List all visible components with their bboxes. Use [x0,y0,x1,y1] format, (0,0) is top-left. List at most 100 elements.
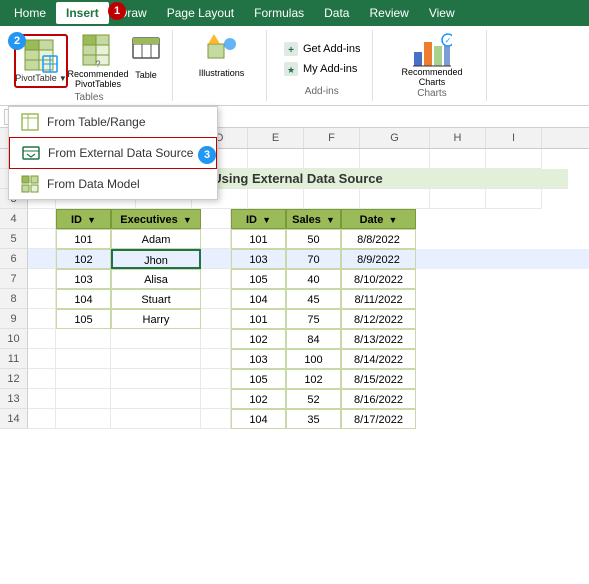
cell-d11[interactable] [201,349,231,369]
cell-a6[interactable] [28,249,56,269]
exec-r4-name[interactable]: Stuart [111,289,201,309]
cell-a12[interactable] [28,369,56,389]
exec-r3-id[interactable]: 103 [56,269,111,289]
cell-a5[interactable] [28,229,56,249]
sales-r5-id[interactable]: 101 [231,309,286,329]
get-addins-button[interactable]: + Get Add-ins [279,40,364,58]
sales-r5-sales[interactable]: 75 [286,309,341,329]
filter-arrow-exec[interactable]: ▼ [183,215,192,225]
sales-r2-date[interactable]: 8/9/2022 [341,249,416,269]
sales-header-date[interactable]: Date ▼ [341,209,416,229]
sales-r1-id[interactable]: 101 [231,229,286,249]
cell-c10[interactable] [111,329,201,349]
exec-r2-name[interactable]: Jhon [111,249,201,269]
filter-arrow-id[interactable]: ▼ [87,215,96,225]
exec-r1-name[interactable]: Adam [111,229,201,249]
cell-i3[interactable] [486,189,542,209]
cell-c13[interactable] [111,389,201,409]
cell-a8[interactable] [28,289,56,309]
sales-r4-sales[interactable]: 45 [286,289,341,309]
sales-r7-sales[interactable]: 100 [286,349,341,369]
exec-r5-name[interactable]: Harry [111,309,201,329]
cell-d7[interactable] [201,269,231,289]
cell-b12[interactable] [56,369,111,389]
filter-arrow-sales[interactable]: ▼ [326,215,335,225]
cell-b13[interactable] [56,389,111,409]
sales-r7-date[interactable]: 8/14/2022 [341,349,416,369]
sales-r5-date[interactable]: 8/12/2022 [341,309,416,329]
sales-r10-date[interactable]: 8/17/2022 [341,409,416,429]
sales-r7-id[interactable]: 103 [231,349,286,369]
sales-r9-date[interactable]: 8/16/2022 [341,389,416,409]
cell-d4[interactable] [201,209,231,229]
cell-d12[interactable] [201,369,231,389]
cell-a14[interactable] [28,409,56,429]
cell-d13[interactable] [201,389,231,409]
cell-f3[interactable] [304,189,360,209]
sales-r10-sales[interactable]: 35 [286,409,341,429]
recommended-pivot-button[interactable]: ? Recommended PivotTables [72,32,124,92]
sales-r8-date[interactable]: 8/15/2022 [341,369,416,389]
exec-header-executives[interactable]: Executives ▼ [111,209,201,229]
cell-d10[interactable] [201,329,231,349]
exec-header-id[interactable]: ID ▼ [56,209,111,229]
sales-r2-id[interactable]: 103 [231,249,286,269]
cell-d5[interactable] [201,229,231,249]
cell-f1[interactable] [304,149,360,169]
tab-data[interactable]: Data [314,2,359,24]
tab-page-layout[interactable]: Page Layout [157,2,244,24]
tab-home[interactable]: Home [4,2,56,24]
sales-r2-sales[interactable]: 70 [286,249,341,269]
sales-r9-sales[interactable]: 52 [286,389,341,409]
tab-review[interactable]: Review [359,2,418,24]
tab-formulas[interactable]: Formulas [244,2,314,24]
tab-insert[interactable]: Insert [56,2,109,24]
cell-h1[interactable] [430,149,486,169]
cell-c12[interactable] [111,369,201,389]
dropdown-from-external[interactable]: From External Data Source [9,137,217,169]
sales-r1-sales[interactable]: 50 [286,229,341,249]
sales-r8-id[interactable]: 105 [231,369,286,389]
sales-header-sales[interactable]: Sales ▼ [286,209,341,229]
cell-b10[interactable] [56,329,111,349]
cell-d8[interactable] [201,289,231,309]
recommended-charts-button[interactable]: ✓ Recommended Charts [402,32,462,88]
cell-a10[interactable] [28,329,56,349]
sales-r3-id[interactable]: 105 [231,269,286,289]
cell-g3[interactable] [360,189,430,209]
exec-r4-id[interactable]: 104 [56,289,111,309]
sales-r9-id[interactable]: 102 [231,389,286,409]
filter-arrow-date[interactable]: ▼ [388,215,397,225]
cell-a7[interactable] [28,269,56,289]
cell-g1[interactable] [360,149,430,169]
exec-r1-id[interactable]: 101 [56,229,111,249]
dropdown-from-table[interactable]: From Table/Range [9,107,217,137]
sales-r4-date[interactable]: 8/11/2022 [341,289,416,309]
tab-view[interactable]: View [419,2,465,24]
sales-r1-date[interactable]: 8/8/2022 [341,229,416,249]
illustrations-icon[interactable]: Illustrations [202,32,242,78]
sales-r4-id[interactable]: 104 [231,289,286,309]
sales-r6-date[interactable]: 8/13/2022 [341,329,416,349]
cell-i1[interactable] [486,149,542,169]
cell-d6[interactable] [201,249,231,269]
cell-h3[interactable] [430,189,486,209]
cell-e3[interactable] [248,189,304,209]
sales-r8-sales[interactable]: 102 [286,369,341,389]
sales-r3-sales[interactable]: 40 [286,269,341,289]
table-button[interactable]: Table [128,32,164,82]
exec-r3-name[interactable]: Alisa [111,269,201,289]
my-addins-button[interactable]: ★ My Add-ins [279,60,361,78]
filter-arrow-sid[interactable]: ▼ [262,215,271,225]
cell-b11[interactable] [56,349,111,369]
cell-c14[interactable] [111,409,201,429]
sales-r6-id[interactable]: 102 [231,329,286,349]
sales-r6-sales[interactable]: 84 [286,329,341,349]
cell-a9[interactable] [28,309,56,329]
cell-e1[interactable] [248,149,304,169]
exec-r5-id[interactable]: 105 [56,309,111,329]
cell-c11[interactable] [111,349,201,369]
sales-r10-id[interactable]: 104 [231,409,286,429]
sales-header-id[interactable]: ID ▼ [231,209,286,229]
cell-a13[interactable] [28,389,56,409]
